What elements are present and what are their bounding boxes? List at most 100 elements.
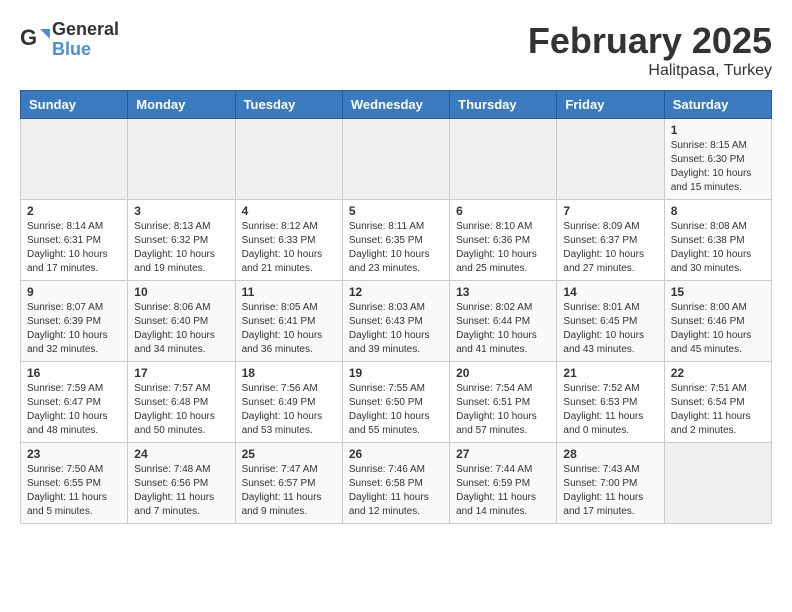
day-info: Sunrise: 8:03 AM Sunset: 6:43 PM Dayligh… — [349, 301, 443, 357]
calendar-cell: 15 Sunrise: 8:00 AM Sunset: 6:46 PM Dayli… — [664, 281, 771, 362]
day-info: Sunrise: 7:47 AM Sunset: 6:57 PM Dayligh… — [242, 463, 336, 519]
day-number: 15 — [671, 285, 765, 299]
calendar-row-3: 9 Sunrise: 8:07 AM Sunset: 6:39 PM Daylig… — [21, 281, 772, 362]
calendar-row-1: 1 Sunrise: 8:15 AM Sunset: 6:30 PM Daylig… — [21, 119, 772, 200]
page-header: G General Blue February 2025 Halitpasa, … — [20, 20, 772, 80]
day-number: 9 — [27, 285, 121, 299]
calendar-cell: 25 Sunrise: 7:47 AM Sunset: 6:57 PM Dayli… — [235, 443, 342, 524]
calendar-cell: 20Sunrise: 7:54 AM Sunset: 6:51 PM Dayli… — [450, 362, 557, 443]
day-info: Sunrise: 8:05 AM Sunset: 6:41 PM Dayligh… — [242, 301, 336, 357]
day-info: Sunrise: 8:01 AM Sunset: 6:45 PM Dayligh… — [563, 301, 657, 357]
weekday-header-friday: Friday — [557, 91, 664, 119]
day-number: 2 — [27, 204, 121, 218]
day-number: 28 — [563, 447, 657, 461]
calendar-row-4: 16 Sunrise: 7:59 AM Sunset: 6:47 PM Dayli… — [21, 362, 772, 443]
weekday-header-saturday: Saturday — [664, 91, 771, 119]
weekday-header-row: SundayMondayTuesdayWednesdayThursdayFrid… — [21, 91, 772, 119]
weekday-header-thursday: Thursday — [450, 91, 557, 119]
calendar-cell: 6 Sunrise: 8:10 AM Sunset: 6:36 PM Daylig… — [450, 200, 557, 281]
day-info: Sunrise: 7:48 AM Sunset: 6:56 PM Dayligh… — [134, 463, 228, 519]
calendar-cell — [342, 119, 449, 200]
calendar-cell: 22 Sunrise: 7:51 AM Sunset: 6:54 PM Dayli… — [664, 362, 771, 443]
weekday-header-wednesday: Wednesday — [342, 91, 449, 119]
day-info: Sunrise: 7:51 AM Sunset: 6:54 PM Dayligh… — [671, 382, 765, 438]
calendar-cell — [664, 443, 771, 524]
calendar-cell: 12 Sunrise: 8:03 AM Sunset: 6:43 PM Dayli… — [342, 281, 449, 362]
calendar-cell: 23 Sunrise: 7:50 AM Sunset: 6:55 PM Dayli… — [21, 443, 128, 524]
calendar-row-2: 2 Sunrise: 8:14 AM Sunset: 6:31 PM Daylig… — [21, 200, 772, 281]
logo-general-text: General — [52, 20, 119, 40]
day-number: 21 — [563, 366, 657, 380]
title-block: February 2025 Halitpasa, Turkey — [528, 20, 772, 80]
day-info: Sunrise: 8:13 AM Sunset: 6:32 PM Dayligh… — [134, 220, 228, 276]
day-info: Sunrise: 8:09 AM Sunset: 6:37 PM Dayligh… — [563, 220, 657, 276]
calendar-cell: 28Sunrise: 7:43 AM Sunset: 7:00 PM Dayli… — [557, 443, 664, 524]
day-number: 7 — [563, 204, 657, 218]
calendar-cell: 14 Sunrise: 8:01 AM Sunset: 6:45 PM Dayli… — [557, 281, 664, 362]
day-number: 8 — [671, 204, 765, 218]
weekday-header-sunday: Sunday — [21, 91, 128, 119]
day-number: 11 — [242, 285, 336, 299]
calendar-cell: 8 Sunrise: 8:08 AM Sunset: 6:38 PM Daylig… — [664, 200, 771, 281]
day-number: 4 — [242, 204, 336, 218]
day-info: Sunrise: 7:56 AM Sunset: 6:49 PM Dayligh… — [242, 382, 336, 438]
calendar-cell — [235, 119, 342, 200]
day-number: 23 — [27, 447, 121, 461]
day-info: Sunrise: 8:07 AM Sunset: 6:39 PM Dayligh… — [27, 301, 121, 357]
day-info: Sunrise: 7:59 AM Sunset: 6:47 PM Dayligh… — [27, 382, 121, 438]
day-info: Sunrise: 7:50 AM Sunset: 6:55 PM Dayligh… — [27, 463, 121, 519]
day-number: 27 — [456, 447, 550, 461]
calendar-cell: 18 Sunrise: 7:56 AM Sunset: 6:49 PM Dayli… — [235, 362, 342, 443]
day-info: Sunrise: 7:52 AM Sunset: 6:53 PM Dayligh… — [563, 382, 657, 438]
calendar-cell: 4 Sunrise: 8:12 AM Sunset: 6:33 PM Daylig… — [235, 200, 342, 281]
day-info: Sunrise: 8:12 AM Sunset: 6:33 PM Dayligh… — [242, 220, 336, 276]
day-number: 18 — [242, 366, 336, 380]
calendar-cell: 1 Sunrise: 8:15 AM Sunset: 6:30 PM Daylig… — [664, 119, 771, 200]
day-info: Sunrise: 8:08 AM Sunset: 6:38 PM Dayligh… — [671, 220, 765, 276]
day-info: Sunrise: 8:14 AM Sunset: 6:31 PM Dayligh… — [27, 220, 121, 276]
day-number: 26 — [349, 447, 443, 461]
calendar-cell: 17 Sunrise: 7:57 AM Sunset: 6:48 PM Dayli… — [128, 362, 235, 443]
day-info: Sunrise: 7:57 AM Sunset: 6:48 PM Dayligh… — [134, 382, 228, 438]
calendar-cell — [450, 119, 557, 200]
calendar-row-5: 23 Sunrise: 7:50 AM Sunset: 6:55 PM Dayli… — [21, 443, 772, 524]
day-number: 1 — [671, 123, 765, 137]
location: Halitpasa, Turkey — [528, 62, 772, 80]
calendar-cell: 16 Sunrise: 7:59 AM Sunset: 6:47 PM Dayli… — [21, 362, 128, 443]
svg-text:G: G — [20, 25, 37, 50]
day-number: 12 — [349, 285, 443, 299]
day-number: 25 — [242, 447, 336, 461]
day-info: Sunrise: 8:11 AM Sunset: 6:35 PM Dayligh… — [349, 220, 443, 276]
calendar-cell — [557, 119, 664, 200]
calendar-cell: 7 Sunrise: 8:09 AM Sunset: 6:37 PM Daylig… — [557, 200, 664, 281]
day-number: 19 — [349, 366, 443, 380]
day-number: 16 — [27, 366, 121, 380]
calendar-cell — [128, 119, 235, 200]
day-number: 6 — [456, 204, 550, 218]
logo: G General Blue — [20, 20, 119, 60]
day-info: Sunrise: 8:15 AM Sunset: 6:30 PM Dayligh… — [671, 139, 765, 195]
calendar-table: SundayMondayTuesdayWednesdayThursdayFrid… — [20, 90, 772, 524]
logo-blue-text: Blue — [52, 40, 119, 60]
calendar-cell: 21 Sunrise: 7:52 AM Sunset: 6:53 PM Dayli… — [557, 362, 664, 443]
day-number: 24 — [134, 447, 228, 461]
calendar-cell: 9 Sunrise: 8:07 AM Sunset: 6:39 PM Daylig… — [21, 281, 128, 362]
day-info: Sunrise: 7:46 AM Sunset: 6:58 PM Dayligh… — [349, 463, 443, 519]
day-number: 14 — [563, 285, 657, 299]
calendar-cell: 11 Sunrise: 8:05 AM Sunset: 6:41 PM Dayli… — [235, 281, 342, 362]
calendar-cell: 24 Sunrise: 7:48 AM Sunset: 6:56 PM Dayli… — [128, 443, 235, 524]
calendar-cell: 10Sunrise: 8:06 AM Sunset: 6:40 PM Dayli… — [128, 281, 235, 362]
calendar-cell: 2 Sunrise: 8:14 AM Sunset: 6:31 PM Daylig… — [21, 200, 128, 281]
month-title: February 2025 — [528, 20, 772, 62]
day-info: Sunrise: 7:54 AM Sunset: 6:51 PM Dayligh… — [456, 382, 550, 438]
day-number: 22 — [671, 366, 765, 380]
calendar-cell: 19 Sunrise: 7:55 AM Sunset: 6:50 PM Dayli… — [342, 362, 449, 443]
day-number: 5 — [349, 204, 443, 218]
logo-icon: G — [20, 25, 50, 55]
day-number: 17 — [134, 366, 228, 380]
day-info: Sunrise: 8:00 AM Sunset: 6:46 PM Dayligh… — [671, 301, 765, 357]
day-info: Sunrise: 8:10 AM Sunset: 6:36 PM Dayligh… — [456, 220, 550, 276]
calendar-cell: 27 Sunrise: 7:44 AM Sunset: 6:59 PM Dayli… — [450, 443, 557, 524]
day-info: Sunrise: 7:55 AM Sunset: 6:50 PM Dayligh… — [349, 382, 443, 438]
day-info: Sunrise: 7:44 AM Sunset: 6:59 PM Dayligh… — [456, 463, 550, 519]
